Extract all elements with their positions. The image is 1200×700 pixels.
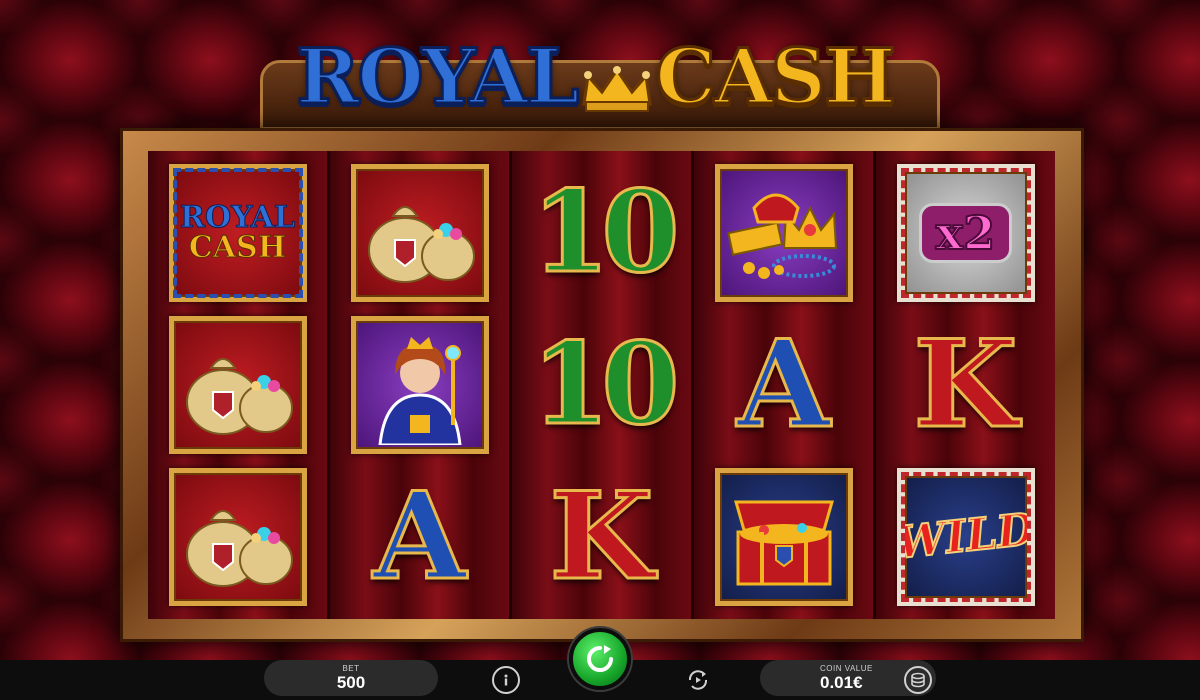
coins-button[interactable] — [904, 666, 932, 694]
symbol-queen — [350, 313, 489, 457]
x2-multiplier-text: x2 — [918, 203, 1013, 263]
treasure-chest-icon — [733, 500, 834, 586]
spin-button[interactable] — [569, 628, 631, 690]
symbol-wild: WILD — [896, 465, 1035, 609]
money-bag-icon — [185, 510, 293, 587]
letter-10-symbol: 10 — [530, 167, 681, 298]
bet-value: 500 — [336, 672, 366, 692]
symbol-royal-cash-logo: ROYAL CASH — [168, 161, 307, 305]
bet-selector[interactable]: BET 500 — [264, 660, 438, 696]
symbol-money-bags — [350, 161, 489, 305]
crown-icon — [581, 66, 652, 112]
symbol-treasure-chest — [714, 465, 853, 609]
letter-a-symbol: A — [371, 466, 467, 607]
info-button[interactable] — [492, 666, 520, 694]
queen-icon — [377, 337, 462, 445]
symbol-cash-text: CASH — [188, 230, 287, 265]
letter-10-symbol: 10 — [530, 319, 681, 450]
reel-1: ROYAL CASH — [148, 151, 327, 619]
reel-3: 10 10 K — [512, 151, 691, 619]
symbol-letter-k: K — [897, 313, 1035, 457]
info-icon — [504, 674, 508, 686]
wild-text: WILD — [896, 503, 1035, 570]
logo-word-royal: ROYAL — [295, 32, 581, 121]
reel-4: A — [694, 151, 873, 619]
reel-grid: ROYAL CASH A 10 10 K A x2 K WILD — [148, 151, 1055, 619]
money-bag-icon — [185, 358, 293, 435]
reel-5: x2 K WILD — [876, 151, 1055, 619]
symbol-crown-jewels — [714, 161, 853, 305]
coin-value-label: COIN VALUE — [820, 663, 873, 673]
autoplay-button[interactable] — [684, 666, 712, 694]
symbol-letter-10: 10 — [530, 313, 681, 457]
coins-icon — [911, 672, 925, 688]
bet-label: BET — [342, 663, 360, 673]
symbol-x2-multiplier: x2 — [896, 161, 1035, 305]
symbol-letter-a: A — [351, 465, 489, 609]
autoplay-icon — [688, 670, 708, 690]
coin-value: 0.01€ — [820, 672, 863, 692]
symbol-money-bags — [168, 465, 307, 609]
letter-k-symbol: K — [912, 314, 1019, 455]
letter-k-symbol: K — [548, 466, 655, 607]
symbol-money-bags — [168, 313, 307, 457]
symbol-letter-k: K — [533, 465, 671, 609]
symbol-letter-a: A — [715, 313, 853, 457]
symbol-letter-10: 10 — [530, 161, 681, 305]
logo-word-cash: CASH — [654, 32, 897, 121]
reel-2: A — [330, 151, 509, 619]
letter-a-symbol: A — [735, 314, 831, 455]
money-bag-icon — [367, 206, 475, 283]
crown-jewels-icon — [726, 193, 837, 279]
game-logo: ROYAL CASH — [290, 22, 900, 132]
spin-arrow-icon — [587, 645, 613, 672]
symbol-royal-text: ROYAL — [180, 200, 296, 235]
